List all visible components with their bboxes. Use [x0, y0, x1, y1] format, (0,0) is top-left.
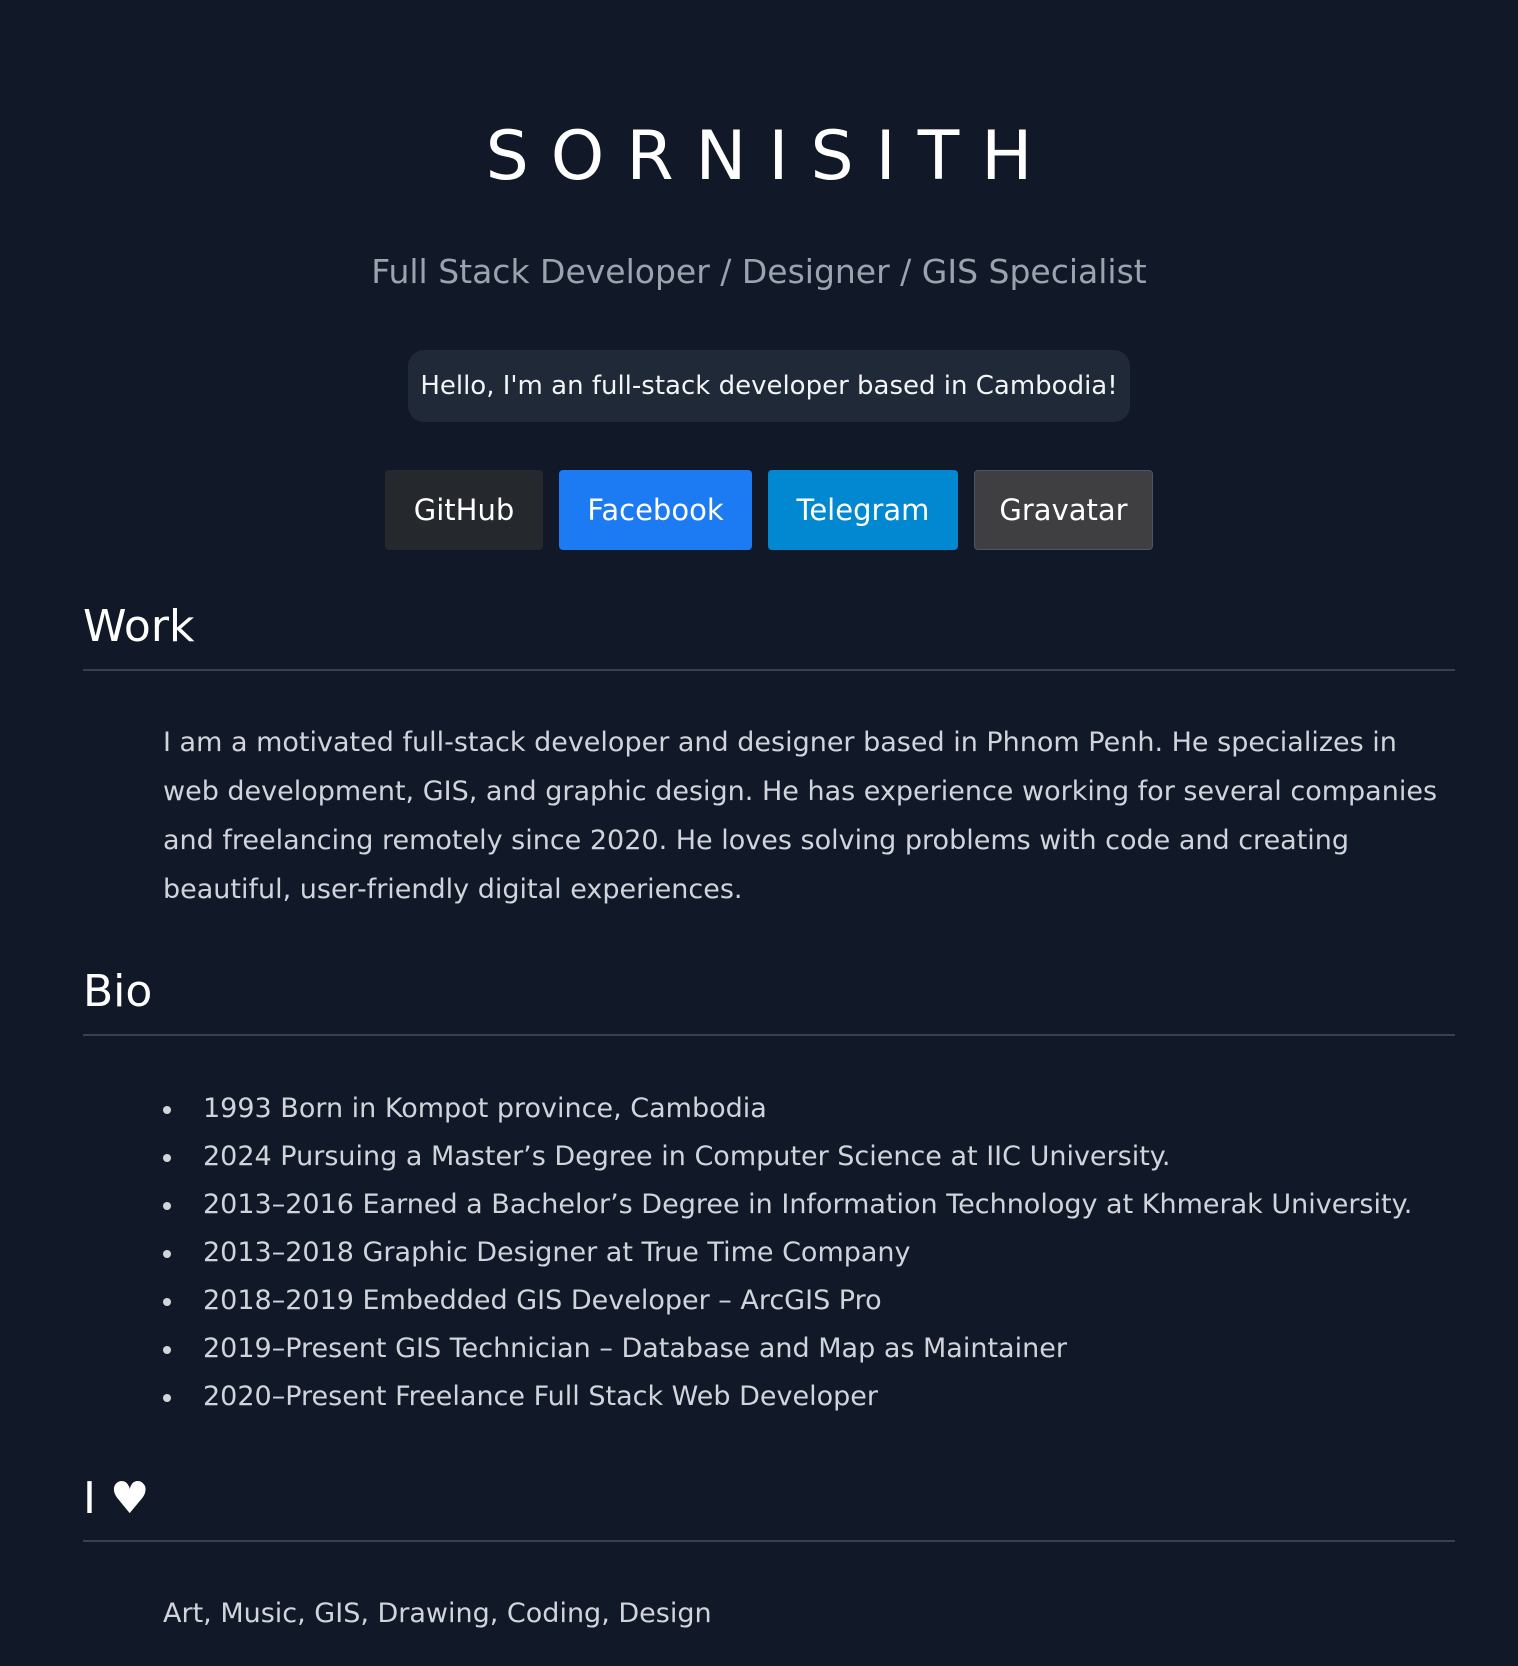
bio-item-text: 2013–2018 Graphic Designer at True Time …: [203, 1237, 911, 1268]
bio-item-text: 2018–2019 Embedded GIS Developer – ArcGI…: [203, 1285, 882, 1316]
gravatar-button[interactable]: Gravatar: [974, 470, 1153, 550]
site-name: SORNISITH: [485, 117, 1055, 196]
work-divider: [83, 669, 1455, 671]
bio-item: 2020–Present Freelance Full Stack Web De…: [163, 1373, 1412, 1421]
profile-page: SORNISITH Full Stack Developer / Designe…: [0, 0, 1518, 1666]
bullet-icon: [163, 1154, 171, 1162]
interests-text: Art, Music, GIS, Drawing, Coding, Design: [163, 1598, 712, 1629]
bio-list: 1993 Born in Kompot province, Cambodia 2…: [163, 1085, 1412, 1421]
bio-item-text: 2020–Present Freelance Full Stack Web De…: [203, 1381, 878, 1412]
bullet-icon: [163, 1250, 171, 1258]
bullet-icon: [163, 1298, 171, 1306]
bio-item-text: 1993 Born in Kompot province, Cambodia: [203, 1093, 767, 1124]
bio-item: 2013–2016 Earned a Bachelor’s Degree in …: [163, 1181, 1412, 1229]
bio-item: 2018–2019 Embedded GIS Developer – ArcGI…: [163, 1277, 1412, 1325]
bullet-icon: [163, 1202, 171, 1210]
work-description: I am a motivated full-stack developer an…: [163, 727, 1438, 905]
greeting-banner: Hello, I'm an full-stack developer based…: [408, 350, 1130, 422]
bullet-icon: [163, 1346, 171, 1354]
facebook-button[interactable]: Facebook: [559, 470, 752, 550]
bio-item: 2019–Present GIS Technician – Database a…: [163, 1325, 1412, 1373]
github-button[interactable]: GitHub: [385, 470, 543, 550]
bullet-icon: [163, 1394, 171, 1402]
greeting-text: Hello, I'm an full-stack developer based…: [420, 371, 1118, 401]
bio-divider: [83, 1034, 1455, 1036]
social-links: GitHub Facebook Telegram Gravatar: [385, 470, 1153, 550]
bullet-icon: [163, 1106, 171, 1114]
bio-item-text: 2024 Pursuing a Master’s Degree in Compu…: [203, 1141, 1171, 1172]
love-divider: [83, 1540, 1455, 1542]
bio-item-text: 2019–Present GIS Technician – Database a…: [203, 1333, 1067, 1364]
bio-item: 2024 Pursuing a Master’s Degree in Compu…: [163, 1133, 1412, 1181]
telegram-button[interactable]: Telegram: [768, 470, 958, 550]
work-heading: Work: [83, 601, 195, 652]
bio-item-text: 2013–2016 Earned a Bachelor’s Degree in …: [203, 1189, 1413, 1220]
bio-item: 1993 Born in Kompot province, Cambodia: [163, 1085, 1412, 1133]
love-heading: I ♥: [83, 1473, 150, 1524]
bio-heading: Bio: [83, 966, 153, 1017]
tagline: Full Stack Developer / Designer / GIS Sp…: [371, 252, 1147, 291]
bio-item: 2013–2018 Graphic Designer at True Time …: [163, 1229, 1412, 1277]
